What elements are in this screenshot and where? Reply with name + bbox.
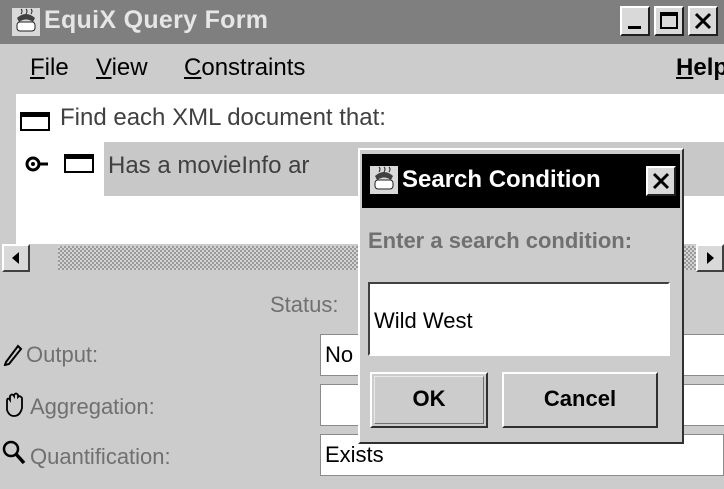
output-field-extension[interactable] bbox=[684, 334, 724, 376]
menu-file[interactable]: File bbox=[30, 54, 69, 82]
tree-root-label[interactable]: Find each XML document that: bbox=[60, 104, 386, 132]
tree-node-label[interactable]: Has a movieInfo ar bbox=[108, 152, 309, 180]
search-condition-input[interactable]: Wild West bbox=[368, 282, 670, 356]
arrow-left-icon bbox=[12, 252, 19, 264]
menu-constraints[interactable]: Constraints bbox=[184, 54, 305, 82]
scroll-left-button[interactable] bbox=[2, 244, 30, 272]
minimize-button[interactable] bbox=[620, 6, 650, 36]
ok-button-label: OK bbox=[412, 386, 446, 411]
minimize-icon bbox=[628, 26, 641, 29]
cancel-button[interactable]: Cancel bbox=[502, 372, 658, 428]
menu-view[interactable]: View bbox=[96, 54, 148, 82]
hand-icon bbox=[2, 392, 26, 418]
dialog-title: Search Condition bbox=[402, 166, 601, 193]
aggregation-field-extension[interactable] bbox=[684, 384, 724, 426]
ok-button[interactable]: OK bbox=[370, 372, 488, 428]
output-label: Output: bbox=[26, 342, 99, 367]
pencil-icon bbox=[2, 342, 24, 367]
app-icon bbox=[370, 166, 398, 194]
dialog-prompt: Enter a search condition: bbox=[368, 228, 633, 253]
app-icon bbox=[12, 8, 40, 36]
cancel-button-label: Cancel bbox=[543, 386, 617, 411]
scroll-right-button[interactable] bbox=[696, 244, 724, 272]
aggregation-label: Aggregation: bbox=[30, 394, 155, 419]
close-icon bbox=[652, 172, 670, 190]
menu-help[interactable]: Help bbox=[676, 54, 724, 82]
arrow-right-icon bbox=[707, 252, 714, 264]
quantification-label: Quantification: bbox=[30, 444, 171, 469]
magnifier-icon bbox=[2, 440, 26, 466]
window-title: EquiX Query Form bbox=[44, 6, 269, 34]
close-icon bbox=[694, 12, 712, 30]
expand-handle-icon[interactable] bbox=[24, 152, 60, 176]
dialog-close-button[interactable] bbox=[646, 166, 676, 196]
maximize-icon bbox=[660, 12, 678, 29]
maximize-button[interactable] bbox=[654, 6, 684, 36]
folder-icon bbox=[20, 110, 52, 132]
close-button[interactable] bbox=[688, 6, 718, 36]
status-label: Status: bbox=[270, 292, 339, 317]
folder-icon bbox=[64, 152, 96, 174]
